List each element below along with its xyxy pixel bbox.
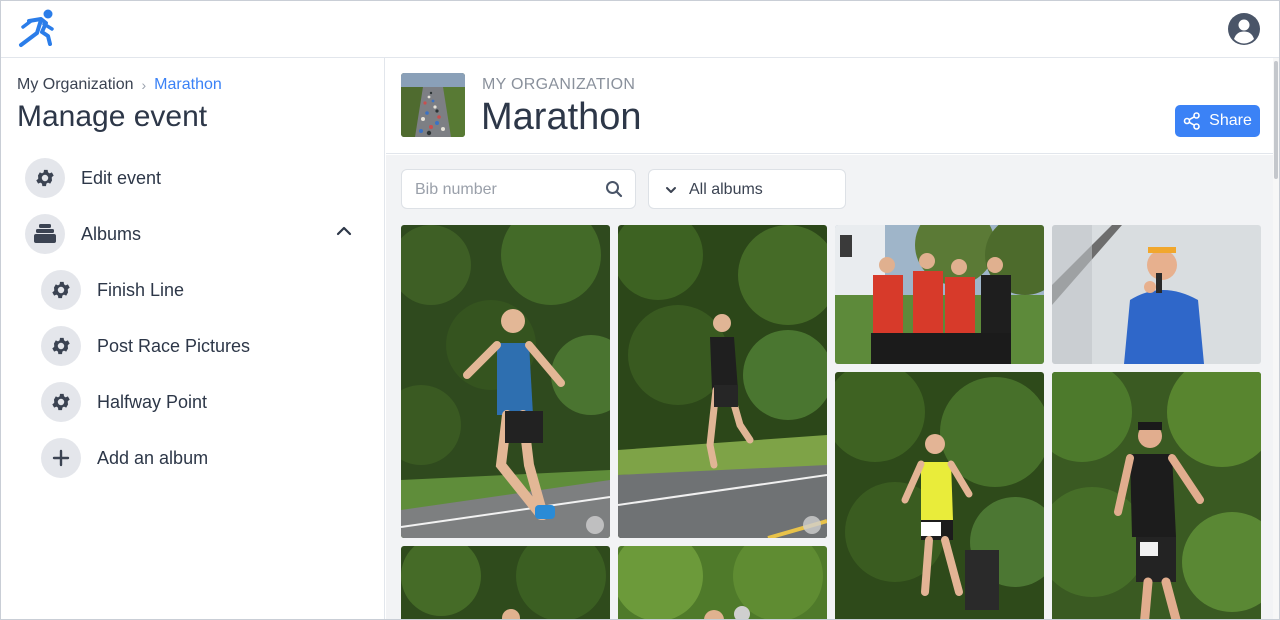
photo-gallery: Bib number All albums bbox=[386, 155, 1279, 619]
scrollbar-thumb[interactable] bbox=[1274, 61, 1278, 179]
bib-search-placeholder: Bib number bbox=[415, 181, 497, 198]
main-panel: MY ORGANIZATION Marathon Share Bib numbe… bbox=[386, 58, 1279, 619]
sidebar-item-label: Edit event bbox=[81, 167, 162, 188]
chevron-up-icon[interactable] bbox=[335, 222, 353, 240]
gallery-photo[interactable] bbox=[618, 546, 827, 619]
gallery-photo[interactable] bbox=[401, 546, 610, 619]
sidebar-item-label: Finish Line bbox=[97, 279, 185, 300]
sidebar-item-edit-event[interactable]: Edit event bbox=[25, 158, 161, 198]
sidebar-item-finish-line[interactable]: Finish Line bbox=[41, 270, 184, 310]
top-bar bbox=[1, 1, 1279, 58]
event-title: Marathon bbox=[481, 96, 642, 138]
search-icon[interactable] bbox=[605, 180, 623, 198]
album-select-value: All albums bbox=[689, 181, 763, 198]
event-thumbnail bbox=[401, 73, 465, 137]
sidebar-item-halfway-point[interactable]: Halfway Point bbox=[41, 382, 207, 422]
breadcrumb-separator: › bbox=[141, 77, 147, 93]
gallery-photo[interactable] bbox=[618, 225, 827, 538]
sidebar-item-albums[interactable]: Albums bbox=[25, 214, 141, 254]
sidebar-item-label: Halfway Point bbox=[97, 391, 208, 412]
sidebar: My Organization › Marathon Manage event … bbox=[1, 58, 385, 619]
breadcrumb-current[interactable]: Marathon bbox=[154, 76, 222, 94]
chevron-down-icon bbox=[666, 187, 676, 193]
page-title: Manage event bbox=[17, 100, 208, 133]
sidebar-item-label: Post Race Pictures bbox=[97, 335, 251, 356]
gallery-photo[interactable] bbox=[1052, 225, 1261, 364]
breadcrumb-root[interactable]: My Organization bbox=[17, 76, 134, 94]
gear-icon bbox=[25, 158, 65, 198]
sidebar-item-post-race-pictures[interactable]: Post Race Pictures bbox=[41, 326, 250, 366]
sidebar-item-add-album[interactable]: Add an album bbox=[41, 438, 208, 478]
breadcrumb: My Organization › Marathon bbox=[17, 76, 222, 94]
gallery-photo[interactable] bbox=[835, 372, 1044, 619]
share-icon bbox=[1183, 112, 1200, 130]
user-circle-icon[interactable] bbox=[1227, 12, 1261, 46]
event-header: MY ORGANIZATION Marathon Share bbox=[386, 58, 1279, 154]
sidebar-item-label: Albums bbox=[81, 223, 142, 244]
gallery-photo[interactable] bbox=[401, 225, 610, 538]
organization-label: MY ORGANIZATION bbox=[482, 76, 636, 93]
bib-search-input[interactable]: Bib number bbox=[401, 169, 636, 209]
album-select[interactable]: All albums bbox=[648, 169, 846, 209]
share-label: Share bbox=[1209, 112, 1252, 129]
app-window: My Organization › Marathon Manage event … bbox=[0, 0, 1280, 620]
running-man-icon[interactable] bbox=[15, 7, 57, 51]
gear-icon bbox=[41, 382, 81, 422]
albums-icon bbox=[25, 214, 65, 254]
plus-icon bbox=[41, 438, 81, 478]
gallery-photo[interactable] bbox=[835, 225, 1044, 364]
sidebar-item-label: Add an album bbox=[97, 447, 209, 468]
gear-icon bbox=[41, 326, 81, 366]
gallery-photo[interactable] bbox=[1052, 372, 1261, 619]
gear-icon bbox=[41, 270, 81, 310]
share-button[interactable]: Share bbox=[1175, 105, 1260, 137]
